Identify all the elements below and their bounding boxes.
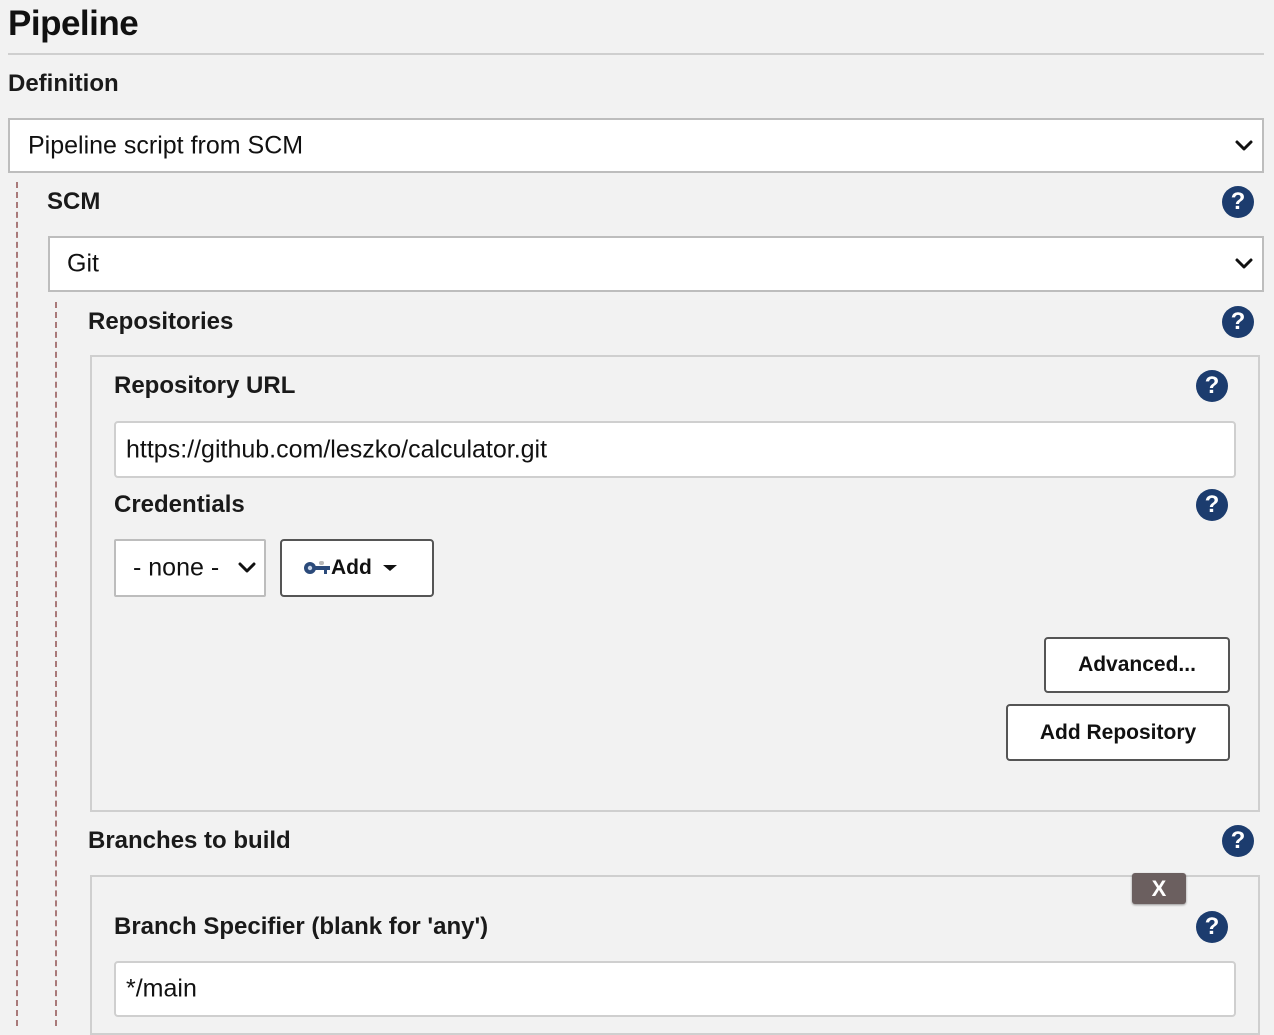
repositories-help-icon[interactable]: ?: [1222, 306, 1254, 338]
branches-help-icon[interactable]: ?: [1222, 825, 1254, 857]
branch-specifier-value: */main: [126, 974, 197, 1003]
definition-select[interactable]: Pipeline script from SCM: [8, 118, 1264, 173]
add-repository-button[interactable]: Add Repository: [1006, 704, 1230, 761]
definition-select-value: Pipeline script from SCM: [28, 131, 304, 159]
branch-specifier-input[interactable]: */main: [114, 961, 1236, 1017]
scm-select-value: Git: [67, 249, 99, 278]
scm-help-icon[interactable]: ?: [1222, 186, 1254, 218]
advanced-button[interactable]: Advanced...: [1044, 637, 1230, 693]
branch-specifier-help-icon[interactable]: ?: [1196, 911, 1228, 943]
branch-specifier-label: Branch Specifier (blank for 'any'): [114, 913, 489, 940]
definition-label: Definition: [8, 70, 119, 97]
title-divider: [8, 53, 1264, 55]
repository-url-input[interactable]: https://github.com/leszko/calculator.git: [114, 421, 1236, 478]
credentials-help-icon[interactable]: ?: [1196, 489, 1228, 521]
credentials-select[interactable]: - none -: [114, 539, 266, 597]
chevron-down-icon: [238, 562, 256, 573]
key-icon: [304, 561, 330, 574]
add-credentials-label: Add: [331, 556, 372, 579]
page-title: Pipeline: [8, 4, 139, 43]
credentials-select-value: - none -: [133, 553, 220, 582]
repositories-label: Repositories: [88, 308, 234, 335]
chevron-down-icon: [1235, 258, 1253, 269]
branches-label: Branches to build: [88, 827, 291, 854]
repository-url-help-icon[interactable]: ?: [1196, 370, 1228, 402]
caret-down-icon: [382, 565, 397, 571]
scm-select[interactable]: Git: [48, 236, 1264, 292]
git-indent-line: [55, 302, 57, 1026]
credentials-label: Credentials: [114, 491, 245, 518]
delete-branch-button[interactable]: X: [1132, 873, 1186, 904]
add-credentials-button[interactable]: Add: [280, 539, 434, 597]
repository-url-label: Repository URL: [114, 372, 296, 399]
scm-label: SCM: [47, 188, 101, 215]
chevron-down-icon: [1235, 140, 1253, 150]
repository-url-value: https://github.com/leszko/calculator.git: [126, 435, 548, 463]
scm-indent-line: [16, 182, 18, 1026]
